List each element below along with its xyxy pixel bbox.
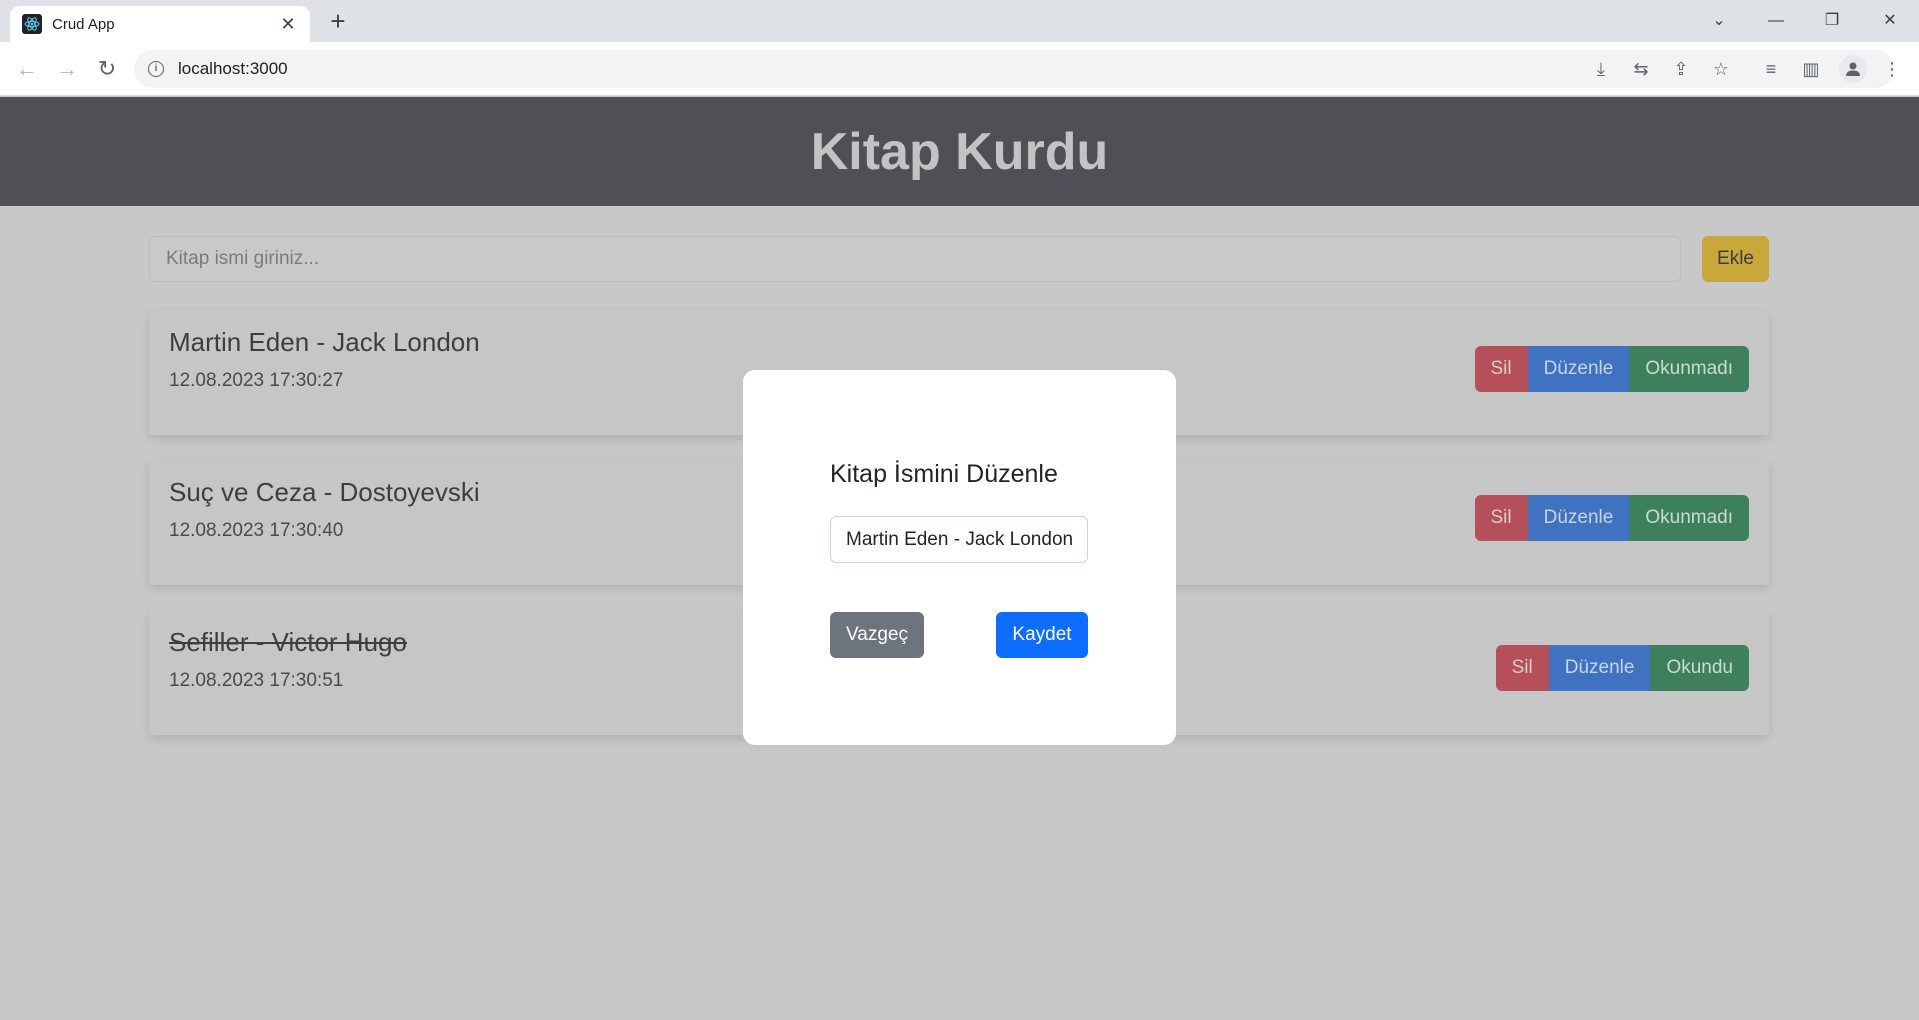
book-title: Sefiller - Victor Hugo	[169, 627, 407, 657]
edit-book-name-input[interactable]	[830, 516, 1088, 563]
minimize-button[interactable]: —	[1756, 6, 1796, 36]
book-actions: Sil Düzenle Okunmadı	[1474, 495, 1749, 541]
book-date: 12.08.2023 17:30:27	[169, 370, 344, 391]
tab-close-icon[interactable]: ✕	[278, 14, 298, 35]
book-title: Suç ve Ceza - Dostoyevski	[169, 477, 480, 507]
edit-button[interactable]: Düzenle	[1527, 346, 1630, 392]
read-status-button[interactable]: Okundu	[1650, 645, 1749, 691]
book-date: 12.08.2023 17:30:51	[169, 670, 344, 691]
reload-icon[interactable]: ↻	[92, 54, 122, 84]
modal-title: Kitap İsmini Düzenle	[830, 460, 1058, 488]
add-book-button[interactable]: Ekle	[1702, 236, 1769, 282]
forward-icon[interactable]: →	[52, 54, 82, 84]
site-info-icon[interactable]: i	[148, 61, 164, 77]
delete-button[interactable]: Sil	[1495, 645, 1549, 691]
book-actions: Sil Düzenle Okundu	[1495, 645, 1749, 691]
book-actions: Sil Düzenle Okunmadı	[1474, 346, 1749, 392]
edit-button[interactable]: Düzenle	[1527, 495, 1630, 541]
save-button[interactable]: Kaydet	[996, 612, 1088, 658]
chrome-menu-icon[interactable]: ⋮	[1877, 54, 1907, 84]
app-title: Kitap Kurdu	[810, 122, 1109, 181]
address-url[interactable]: localhost:3000	[178, 59, 288, 79]
browser-tab-bar: Crud App ✕ + ⌄ — ❐ ✕	[0, 0, 1919, 42]
new-tab-button[interactable]: +	[324, 8, 352, 36]
cancel-button[interactable]: Vazgeç	[830, 612, 924, 658]
app-header: Kitap Kurdu	[0, 97, 1919, 206]
book-name-input[interactable]	[149, 236, 1681, 282]
read-status-button[interactable]: Okunmadı	[1629, 495, 1749, 541]
tab-title: Crud App	[52, 15, 115, 33]
browser-tab[interactable]: Crud App ✕	[10, 6, 310, 42]
edit-button[interactable]: Düzenle	[1548, 645, 1651, 691]
edit-book-modal: Kitap İsmini Düzenle Vazgeç Kaydet	[743, 370, 1176, 745]
back-icon[interactable]: ←	[12, 54, 42, 84]
restore-button[interactable]: ❐	[1812, 6, 1852, 36]
browser-toolbar: ← → ↻ i localhost:3000 ⤓ ⇆ ⇪ ☆ ≡ ▥ ⋮	[0, 42, 1919, 96]
reading-list-icon[interactable]: ≡	[1756, 54, 1786, 84]
bookmark-star-icon[interactable]: ☆	[1706, 54, 1736, 84]
close-window-button[interactable]: ✕	[1870, 6, 1910, 36]
delete-button[interactable]: Sil	[1474, 346, 1528, 392]
tab-search-icon[interactable]: ⌄	[1699, 6, 1739, 36]
book-title: Martin Eden - Jack London	[169, 327, 480, 357]
book-date: 12.08.2023 17:30:40	[169, 520, 344, 541]
read-status-button[interactable]: Okunmadı	[1629, 346, 1749, 392]
delete-button[interactable]: Sil	[1474, 495, 1528, 541]
react-favicon-icon	[22, 14, 42, 34]
profile-avatar-icon[interactable]	[1839, 55, 1867, 83]
translate-icon[interactable]: ⇆	[1626, 54, 1656, 84]
share-icon[interactable]: ⇪	[1666, 54, 1696, 84]
side-panel-icon[interactable]: ▥	[1796, 54, 1826, 84]
install-icon[interactable]: ⤓	[1586, 54, 1616, 84]
